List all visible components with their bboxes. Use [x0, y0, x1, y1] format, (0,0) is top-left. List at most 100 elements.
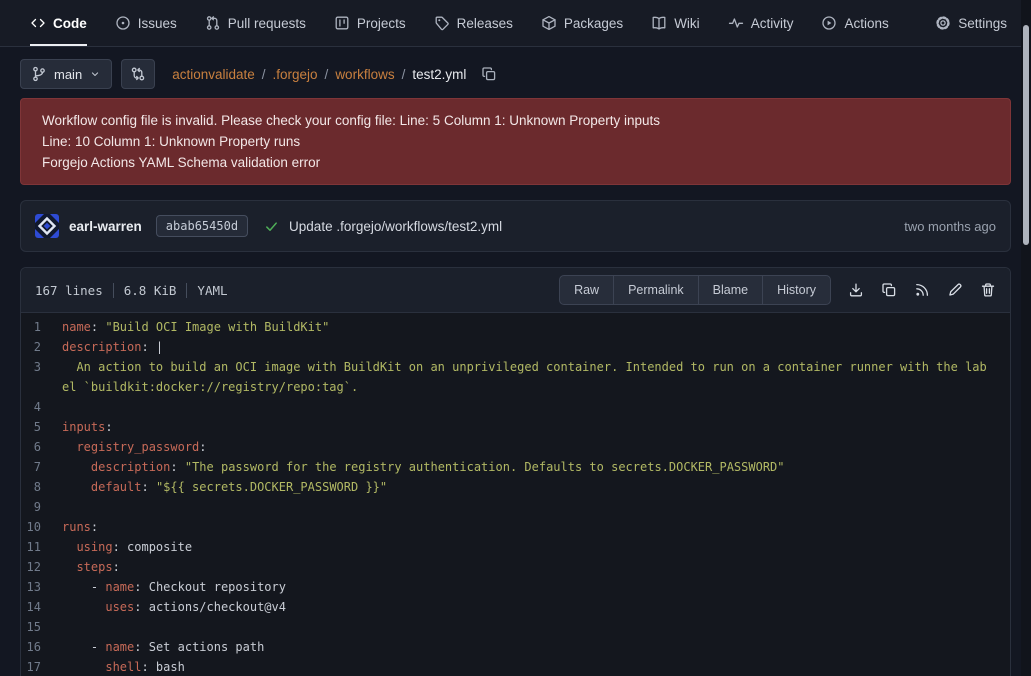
tab-code[interactable]: Code — [30, 0, 87, 46]
blame-button[interactable]: Blame — [698, 276, 762, 304]
yaml-key: name — [105, 640, 134, 654]
code-line-text: description: | — [62, 337, 987, 357]
compare-button[interactable] — [121, 59, 155, 89]
yaml-string: An action to build an OCI image with Bui… — [62, 360, 987, 394]
yaml-text — [62, 460, 91, 474]
delete-icon — [980, 282, 996, 298]
line-number[interactable]: 17 — [21, 657, 62, 676]
commit-message[interactable]: Update .forgejo/workflows/test2.yml — [289, 219, 502, 234]
line-number[interactable]: 8 — [21, 477, 62, 497]
tab-activity[interactable]: Activity — [728, 0, 794, 46]
code-line: 7 description: "The password for the reg… — [21, 457, 1010, 477]
commit-author[interactable]: earl-warren — [69, 219, 142, 234]
rss-button[interactable] — [914, 282, 930, 298]
line-number[interactable]: 4 — [21, 397, 62, 417]
raw-button[interactable]: Raw — [560, 276, 613, 304]
code-line: 1name: "Build OCI Image with BuildKit" — [21, 317, 1010, 337]
line-number[interactable]: 6 — [21, 437, 62, 457]
yaml-text: - — [62, 640, 105, 654]
code-line: 6 registry_password: — [21, 437, 1010, 457]
code-line-text: description: "The password for the regis… — [62, 457, 987, 477]
breadcrumb-separator: / — [262, 67, 266, 82]
code-line: 10runs: — [21, 517, 1010, 537]
breadcrumb-workflows[interactable]: workflows — [335, 67, 394, 82]
code-line-text — [62, 397, 987, 417]
history-button[interactable]: History — [762, 276, 830, 304]
file-view-button-group: RawPermalinkBlameHistory — [559, 275, 831, 305]
releases-icon — [434, 15, 450, 31]
code-line: 15 — [21, 617, 1010, 637]
code-view: 1name: "Build OCI Image with BuildKit"2d… — [21, 313, 1010, 676]
avatar[interactable] — [35, 214, 59, 238]
code-line-text: uses: actions/checkout@v4 — [62, 597, 987, 617]
line-number[interactable]: 14 — [21, 597, 62, 617]
compare-icon — [130, 66, 146, 82]
tab-packages[interactable]: Packages — [541, 0, 623, 46]
tab-actions[interactable]: Actions — [821, 0, 888, 46]
tab-projects[interactable]: Projects — [334, 0, 406, 46]
line-number[interactable]: 5 — [21, 417, 62, 437]
code-line-text: shell: bash — [62, 657, 987, 676]
branch-selector-button[interactable]: main — [20, 59, 112, 89]
tab-releases[interactable]: Releases — [434, 0, 513, 46]
copy-path-button[interactable] — [481, 66, 497, 82]
tab-label: Releases — [457, 16, 513, 31]
yaml-key: name — [105, 580, 134, 594]
tab-pull-requests[interactable]: Pull requests — [205, 0, 306, 46]
code-icon — [30, 15, 46, 31]
line-number[interactable]: 13 — [21, 577, 62, 597]
line-number[interactable]: 2 — [21, 337, 62, 357]
yaml-text — [62, 440, 76, 454]
tab-label: Issues — [138, 16, 177, 31]
rss-icon — [914, 282, 930, 298]
download-button[interactable] — [848, 282, 864, 298]
yaml-key: shell — [105, 660, 141, 674]
scrollbar-thumb[interactable] — [1023, 25, 1029, 245]
copy-button[interactable] — [881, 282, 897, 298]
code-line-text: steps: — [62, 557, 987, 577]
page-scrollbar[interactable] — [1021, 0, 1031, 676]
commit-time: two months ago — [904, 219, 996, 234]
code-line: 17 shell: bash — [21, 657, 1010, 676]
line-number[interactable]: 7 — [21, 457, 62, 477]
code-line: 2description: | — [21, 337, 1010, 357]
edit-icon — [947, 282, 963, 298]
line-number[interactable]: 11 — [21, 537, 62, 557]
commit-hash-badge[interactable]: abab65450d — [156, 215, 248, 237]
tab-settings[interactable]: Settings — [935, 0, 1007, 46]
line-number[interactable]: 10 — [21, 517, 62, 537]
line-number[interactable]: 16 — [21, 637, 62, 657]
yaml-text: : — [91, 520, 98, 534]
tab-label: Activity — [751, 16, 794, 31]
yaml-text — [62, 540, 76, 554]
code-line: 16 - name: Set actions path — [21, 637, 1010, 657]
yaml-text: : — [91, 320, 105, 334]
line-number[interactable]: 15 — [21, 617, 62, 637]
permalink-button[interactable]: Permalink — [613, 276, 698, 304]
file-language: YAML — [197, 283, 227, 298]
yaml-text: : Checkout repository — [134, 580, 286, 594]
activity-icon — [728, 15, 744, 31]
line-number[interactable]: 1 — [21, 317, 62, 337]
breadcrumb--forgejo[interactable]: .forgejo — [273, 67, 318, 82]
breadcrumb-actionvalidate[interactable]: actionvalidate — [172, 67, 255, 82]
file-toolbar: main actionvalidate/.forgejo/workflows/t… — [20, 59, 1011, 89]
delete-button[interactable] — [980, 282, 996, 298]
line-number[interactable]: 12 — [21, 557, 62, 577]
edit-button[interactable] — [947, 282, 963, 298]
yaml-text: : — [105, 420, 112, 434]
commit-success-check-icon[interactable] — [264, 219, 279, 234]
tab-issues[interactable]: Issues — [115, 0, 177, 46]
copy-icon — [881, 282, 897, 298]
code-line: 11 using: composite — [21, 537, 1010, 557]
file-view-panel: 167 lines 6.8 KiB YAML RawPermalinkBlame… — [20, 267, 1011, 676]
yaml-key: steps — [76, 560, 112, 574]
line-number[interactable]: 9 — [21, 497, 62, 517]
latest-commit-panel: earl-warren abab65450d Update .forgejo/w… — [20, 200, 1011, 252]
file-header: 167 lines 6.8 KiB YAML RawPermalinkBlame… — [21, 268, 1010, 313]
yaml-key: using — [76, 540, 112, 554]
line-number[interactable]: 3 — [21, 357, 62, 397]
code-line: 8 default: "${{ secrets.DOCKER_PASSWORD … — [21, 477, 1010, 497]
wiki-icon — [651, 15, 667, 31]
tab-wiki[interactable]: Wiki — [651, 0, 700, 46]
